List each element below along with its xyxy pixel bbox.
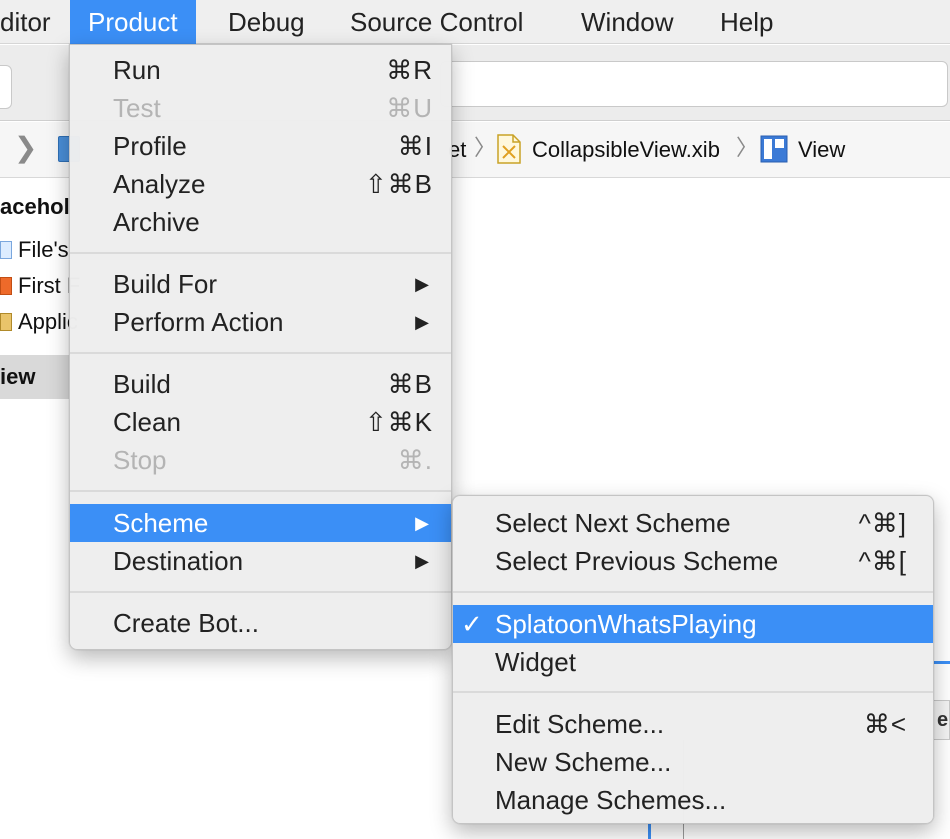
outline-section-placeholders: acehol: [0, 194, 70, 219]
outline-section-view: iew: [0, 364, 36, 389]
outline-item-application[interactable]: Applic: [0, 308, 78, 336]
menu-item-new-scheme[interactable]: New Scheme...: [453, 743, 933, 781]
jumpbar-crumb-file[interactable]: CollapsibleView.xib: [532, 136, 720, 164]
chevron-right-icon[interactable]: ❯: [14, 134, 37, 162]
menu-separator: [453, 591, 933, 593]
menubar-source-control[interactable]: Source Control: [332, 0, 541, 44]
first-responder-icon: [0, 277, 12, 295]
submenu-arrow-icon: ▶: [415, 513, 429, 533]
menu-separator: [70, 591, 451, 593]
menu-item-scheme[interactable]: Scheme ▶: [70, 504, 451, 542]
view-icon: [760, 135, 788, 163]
menu-item-build-for[interactable]: Build For ▶: [70, 265, 451, 303]
submenu-arrow-icon: ▶: [415, 274, 429, 294]
menu-item-build[interactable]: Build ⌘B: [70, 365, 451, 403]
menu-item-select-next-scheme[interactable]: Select Next Scheme ^⌘]: [453, 504, 933, 542]
menubar-debug[interactable]: Debug: [210, 0, 323, 44]
menu-item-stop: Stop ⌘.: [113, 445, 433, 475]
chevron-right-icon: 〉: [736, 135, 759, 160]
scheme-submenu: Select Next Scheme ^⌘] Select Previous S…: [452, 495, 934, 824]
menu-item-scheme-widget[interactable]: Widget: [453, 643, 933, 681]
chevron-right-icon: 〉: [474, 135, 497, 160]
menu-item-run[interactable]: Run ⌘R: [70, 51, 451, 89]
placeholder-icon: [0, 241, 12, 259]
menu-bar: ditor Product Debug Source Control Windo…: [0, 0, 950, 44]
menu-separator: [70, 352, 451, 354]
menu-item-archive[interactable]: Archive: [70, 203, 451, 241]
menu-separator: [70, 490, 451, 492]
document-outline: acehol File's First F Applic iew: [0, 179, 80, 839]
outline-view-section[interactable]: iew: [0, 355, 72, 399]
toolbar-button[interactable]: [0, 65, 12, 109]
menu-separator: [453, 691, 933, 693]
xib-file-icon: [497, 134, 521, 164]
menu-item-test: Test ⌘U: [113, 93, 433, 123]
menu-item-scheme-splatoonwhatsplaying[interactable]: ✓ SplatoonWhatsPlaying: [453, 605, 933, 643]
application-icon: [0, 313, 12, 331]
menu-item-clean[interactable]: Clean ⇧⌘K: [70, 403, 451, 441]
menu-item-select-previous-scheme[interactable]: Select Previous Scheme ^⌘[: [453, 542, 933, 580]
outline-item-files-owner[interactable]: File's: [0, 236, 69, 264]
menu-item-perform-action[interactable]: Perform Action ▶: [70, 303, 451, 341]
activity-viewer: [440, 61, 948, 107]
menu-item-create-bot[interactable]: Create Bot...: [70, 604, 451, 642]
menu-item-manage-schemes[interactable]: Manage Schemes...: [453, 781, 933, 819]
checkmark-icon: ✓: [461, 609, 483, 639]
menu-item-destination[interactable]: Destination ▶: [70, 542, 451, 580]
menubar-window[interactable]: Window: [563, 0, 691, 44]
menu-item-analyze[interactable]: Analyze ⇧⌘B: [70, 165, 451, 203]
jumpbar-crumb-view[interactable]: View: [798, 136, 845, 164]
menu-item-edit-scheme[interactable]: Edit Scheme... ⌘<: [453, 705, 933, 743]
menubar-editor[interactable]: ditor: [0, 0, 69, 44]
menu-item-profile[interactable]: Profile ⌘I: [70, 127, 451, 165]
menu-separator: [70, 252, 451, 254]
submenu-arrow-icon: ▶: [415, 551, 429, 571]
submenu-arrow-icon: ▶: [415, 312, 429, 332]
menubar-product[interactable]: Product: [70, 0, 196, 44]
product-menu: Run ⌘R Test ⌘U Profile ⌘I Analyze ⇧⌘B Ar…: [69, 44, 452, 650]
menubar-help[interactable]: Help: [702, 0, 791, 44]
